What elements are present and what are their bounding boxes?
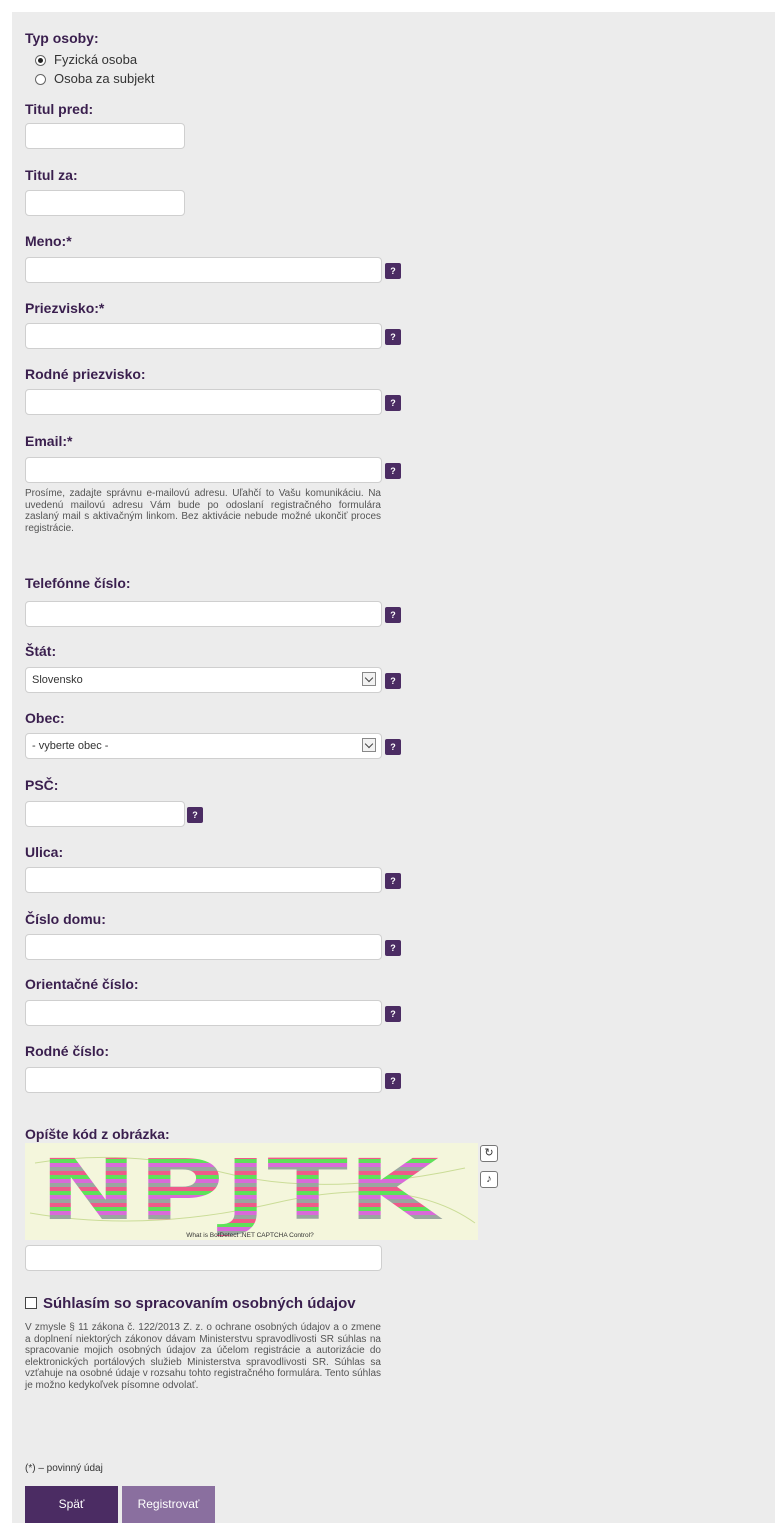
rodne-cislo-label: Rodné číslo:	[25, 1043, 110, 1059]
meno-label: Meno:*	[25, 233, 72, 249]
required-note: (*) – povinný údaj	[25, 1463, 103, 1474]
email-note: Prosíme, zadajte správnu e-mailovú adres…	[25, 488, 381, 534]
rodne-priezvisko-help-icon[interactable]: ?	[385, 395, 401, 411]
radio-osoba-za-subjekt[interactable]: Osoba za subjekt	[35, 71, 154, 86]
ulica-input[interactable]	[25, 867, 382, 893]
consent-row[interactable]: Súhlasím so spracovaním osobných údajov	[25, 1295, 356, 1312]
stat-help-icon[interactable]: ?	[385, 673, 401, 689]
chevron-down-icon[interactable]	[362, 738, 376, 752]
titul-pred-input[interactable]	[25, 123, 185, 149]
radio-fyzicka-osoba[interactable]: Fyzická osoba	[35, 52, 137, 67]
captcha-caption[interactable]: What is BotDetect .NET CAPTCHA Control?	[186, 1232, 314, 1239]
priezvisko-label: Priezvisko:*	[25, 300, 105, 316]
stat-select[interactable]: Slovensko	[25, 667, 382, 693]
consent-text: V zmysle § 11 zákona č. 122/2013 Z. z. o…	[25, 1322, 382, 1391]
titul-za-input[interactable]	[25, 190, 185, 216]
sound-icon[interactable]: ♪	[480, 1171, 498, 1188]
captcha-image: NPJTK What is BotDetect .NET CAPTCHA Con…	[25, 1143, 478, 1240]
captcha-input[interactable]	[25, 1245, 382, 1271]
captcha-code: NPJTK	[39, 1143, 443, 1239]
register-button[interactable]: Registrovať	[122, 1486, 215, 1523]
email-label: Email:*	[25, 433, 73, 449]
rodne-cislo-help-icon[interactable]: ?	[385, 1073, 401, 1089]
telefon-label: Telefónne číslo:	[25, 575, 131, 591]
obec-help-icon[interactable]: ?	[385, 739, 401, 755]
titul-za-label: Titul za:	[25, 167, 78, 183]
obec-selected-value: - vyberte obec -	[32, 740, 109, 752]
orientacne-cislo-help-icon[interactable]: ?	[385, 1006, 401, 1022]
email-input[interactable]	[25, 457, 382, 483]
psc-help-icon[interactable]: ?	[187, 807, 203, 823]
orientacne-cislo-input[interactable]	[25, 1000, 382, 1026]
rodne-priezvisko-label: Rodné priezvisko:	[25, 366, 146, 382]
radio-subjekt-label: Osoba za subjekt	[54, 71, 155, 86]
telefon-input[interactable]	[25, 601, 382, 627]
captcha-label: Opíšte kód z obrázka:	[25, 1126, 170, 1142]
person-type-label: Typ osoby:	[25, 30, 99, 46]
radio-fyzicka-label: Fyzická osoba	[54, 52, 138, 67]
consent-checkbox[interactable]	[25, 1296, 37, 1309]
titul-pred-label: Titul pred:	[25, 101, 94, 117]
radio-unselected-icon[interactable]	[35, 74, 46, 86]
stat-label: Štát:	[25, 643, 57, 659]
email-help-icon[interactable]: ?	[385, 463, 401, 479]
ulica-label: Ulica:	[25, 844, 64, 860]
meno-input[interactable]	[25, 257, 382, 283]
obec-select[interactable]: - vyberte obec -	[25, 733, 382, 759]
stat-selected-value: Slovensko	[32, 674, 83, 686]
meno-help-icon[interactable]: ?	[385, 263, 401, 279]
radio-selected-icon[interactable]	[35, 55, 46, 67]
rodne-cislo-input[interactable]	[25, 1067, 382, 1093]
cislo-domu-help-icon[interactable]: ?	[385, 940, 401, 956]
reload-icon[interactable]: ↻	[480, 1145, 498, 1162]
psc-input[interactable]	[25, 801, 185, 827]
consent-title: Súhlasím so spracovaním osobných údajov	[43, 1295, 356, 1312]
psc-label: PSČ:	[25, 777, 59, 793]
cislo-domu-input[interactable]	[25, 934, 382, 960]
priezvisko-input[interactable]	[25, 323, 382, 349]
orientacne-cislo-label: Orientačné číslo:	[25, 976, 139, 992]
back-button[interactable]: Späť	[25, 1486, 118, 1523]
priezvisko-help-icon[interactable]: ?	[385, 329, 401, 345]
telefon-help-icon[interactable]: ?	[385, 607, 401, 623]
ulica-help-icon[interactable]: ?	[385, 873, 401, 889]
obec-label: Obec:	[25, 710, 65, 726]
cislo-domu-label: Číslo domu:	[25, 911, 106, 927]
chevron-down-icon[interactable]	[362, 672, 376, 686]
rodne-priezvisko-input[interactable]	[25, 389, 382, 415]
